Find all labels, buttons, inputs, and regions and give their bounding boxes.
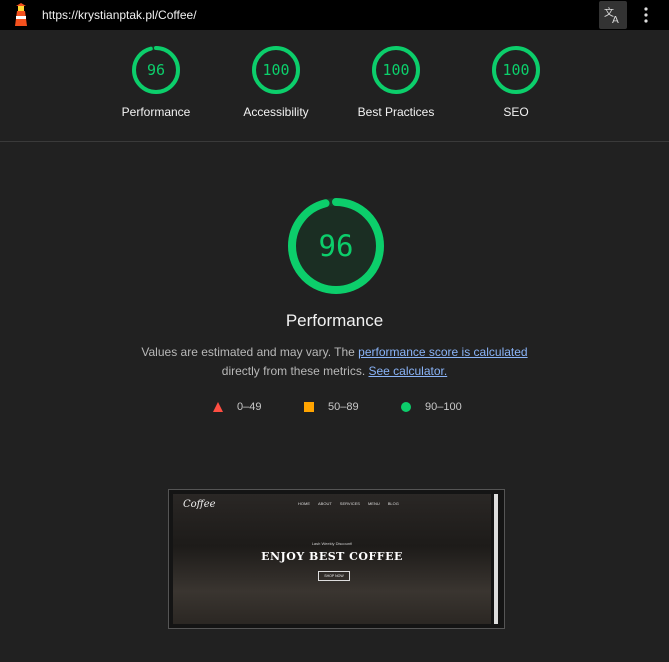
gauge-label: Performance xyxy=(121,105,191,119)
performance-description: Values are estimated and may vary. The p… xyxy=(0,343,669,381)
performance-main-gauge: 96 xyxy=(288,198,384,294)
score-legend: 0–49 50–89 90–100 xyxy=(0,401,669,415)
gauge-label: SEO xyxy=(503,105,529,119)
gauge-ring: 100 xyxy=(492,46,540,94)
circle-pass-icon xyxy=(401,402,411,412)
gauge-ring: 96 xyxy=(132,46,180,94)
gauge-seo[interactable]: 100 SEO xyxy=(456,45,576,119)
browser-toolbar: https://krystianptak.pl/Coffee/ 文 A xyxy=(0,0,669,30)
site-nav: HOME ABOUT SERVICES MENU BLOG xyxy=(298,501,399,506)
site-shop-button: SHOP NOW xyxy=(318,571,350,581)
screenshot-scrollbar xyxy=(494,494,498,624)
legend-range: 90–100 xyxy=(425,401,462,413)
site-tagline: Lash Weekly Discount! xyxy=(311,541,353,546)
more-menu-button[interactable] xyxy=(634,3,658,27)
legend-range: 0–49 xyxy=(237,401,262,413)
site-heading: ENJOY BEST COFFEE xyxy=(261,550,403,563)
performance-title: Performance xyxy=(285,311,384,330)
gauge-performance[interactable]: 96 Performance xyxy=(96,45,216,119)
site-nav-item: BLOG xyxy=(387,501,399,506)
legend-range: 50–89 xyxy=(328,401,359,413)
final-screenshot[interactable]: Coffee HOME ABOUT SERVICES MENU BLOG Las… xyxy=(168,489,505,629)
square-average-icon xyxy=(304,402,314,412)
gauge-ring: 100 xyxy=(252,46,300,94)
gauge-label: Best Practices xyxy=(357,105,435,119)
site-nav-item: HOME xyxy=(298,501,310,506)
site-nav-item: SERVICES xyxy=(339,501,360,506)
screenshot-image: Coffee HOME ABOUT SERVICES MENU BLOG Las… xyxy=(173,494,491,624)
gauge-accessibility[interactable]: 100 Accessibility xyxy=(216,45,336,119)
lighthouse-icon xyxy=(15,3,27,26)
triangle-fail-icon xyxy=(213,402,223,412)
score-calculated-link[interactable]: performance score is calculated xyxy=(358,345,527,359)
gauge-label: Accessibility xyxy=(243,105,309,119)
more-vert-icon xyxy=(644,7,648,23)
desc-text: Values are estimated and may vary. The xyxy=(141,345,359,359)
legend-fail: 0–49 xyxy=(212,401,261,413)
legend-pass: 90–100 xyxy=(400,401,462,413)
site-nav-item: ABOUT xyxy=(318,501,332,506)
gauge-ring: 100 xyxy=(372,46,420,94)
legend-average: 50–89 xyxy=(303,401,359,413)
main-score-value: 96 xyxy=(319,229,354,263)
score-value: 96 xyxy=(147,61,165,79)
score-value: 100 xyxy=(382,61,409,79)
translate-icon: 文 A xyxy=(604,6,619,25)
see-calculator-link[interactable]: See calculator. xyxy=(368,364,447,378)
category-gauges: 96 Performance 100 Accessibility 100 Bes… xyxy=(0,30,669,142)
site-logo: Coffee xyxy=(183,499,216,510)
page-url: https://krystianptak.pl/Coffee/ xyxy=(42,8,197,22)
svg-text:A: A xyxy=(612,15,619,25)
translate-button[interactable]: 文 A xyxy=(599,1,627,29)
site-nav-item: MENU xyxy=(367,501,380,506)
score-value: 100 xyxy=(502,61,529,79)
desc-text: directly from these metrics. xyxy=(221,364,369,378)
gauge-best-practices[interactable]: 100 Best Practices xyxy=(336,45,456,119)
score-value: 100 xyxy=(262,61,289,79)
